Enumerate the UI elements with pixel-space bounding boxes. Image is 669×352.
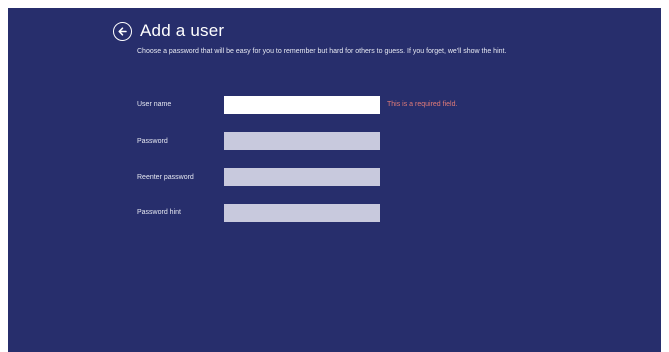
reenter-password-input[interactable] xyxy=(224,168,380,186)
back-arrow-icon xyxy=(118,26,127,36)
password-hint-label: Password hint xyxy=(137,209,181,216)
back-button[interactable] xyxy=(113,21,132,41)
username-label: User name xyxy=(137,101,172,108)
username-error-message: This is a required field. xyxy=(387,101,458,108)
add-user-screen: Add a user Choose a password that will b… xyxy=(8,8,661,352)
password-label: Password xyxy=(137,138,168,145)
password-hint-input[interactable] xyxy=(224,204,380,222)
page-description: Choose a password that will be easy for … xyxy=(137,48,507,55)
username-input[interactable] xyxy=(224,96,380,114)
password-input[interactable] xyxy=(224,132,380,150)
reenter-password-label: Reenter password xyxy=(137,174,194,181)
page-title: Add a user xyxy=(140,21,225,40)
header: Add a user xyxy=(113,21,224,41)
